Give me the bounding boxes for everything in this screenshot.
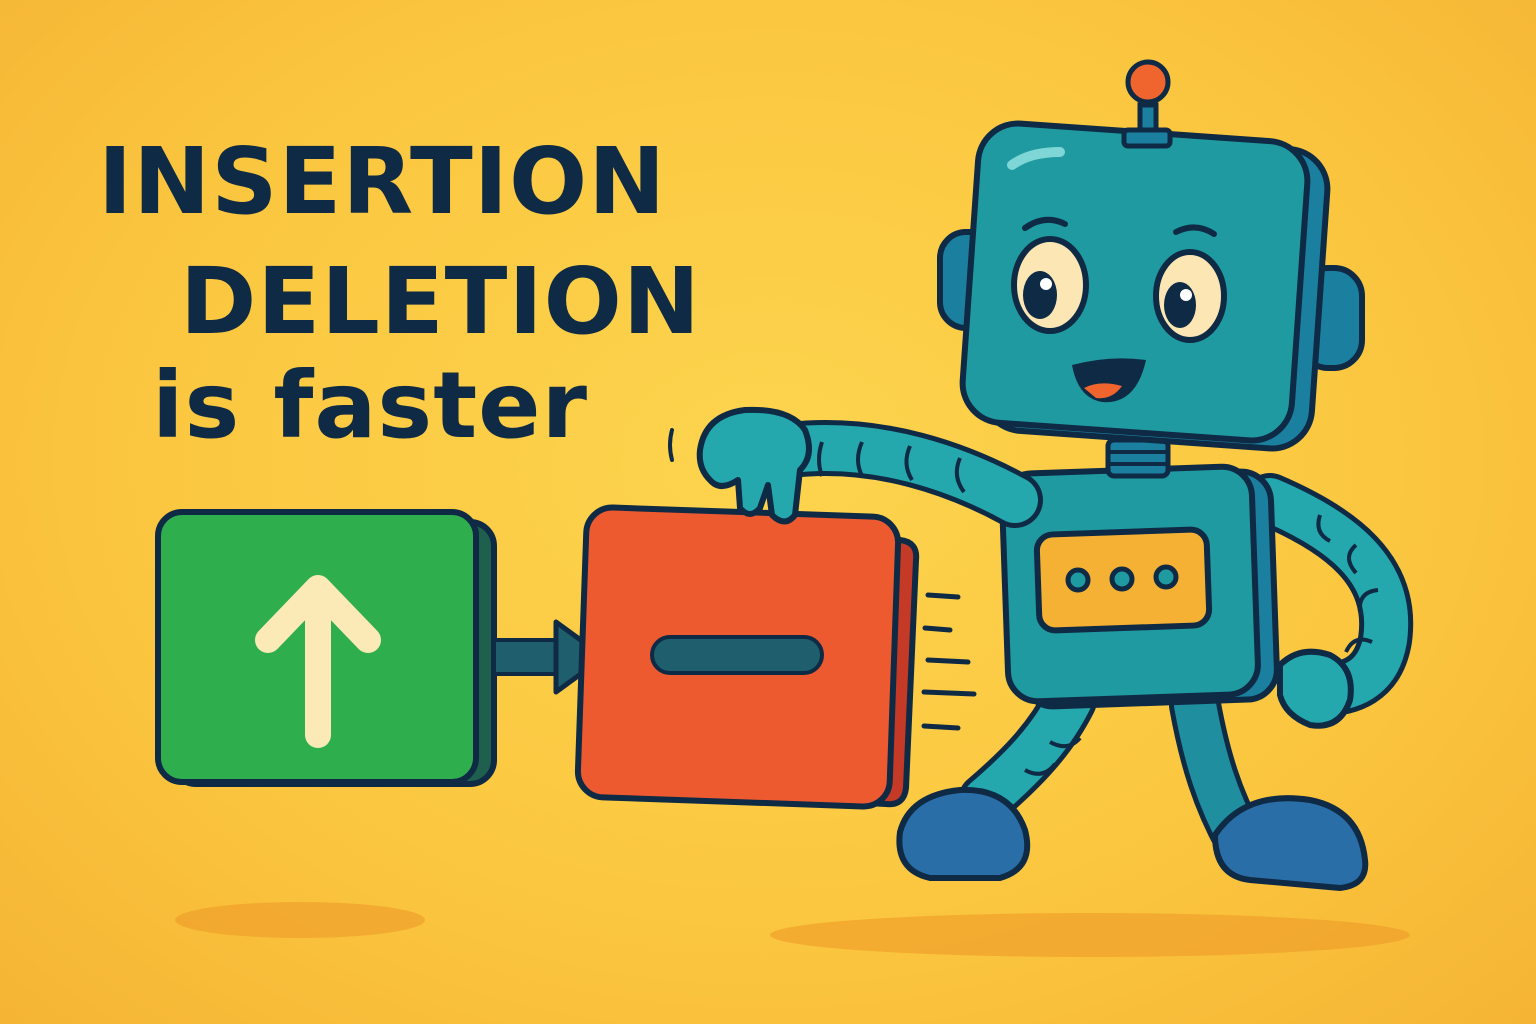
chest-lights [1065,564,1179,593]
robot-shadow [770,913,1410,957]
insertion-box [155,509,497,787]
minus-icon [650,635,824,675]
antenna-light [1125,59,1171,105]
illustration [155,59,1414,957]
box-shadow [175,902,425,938]
